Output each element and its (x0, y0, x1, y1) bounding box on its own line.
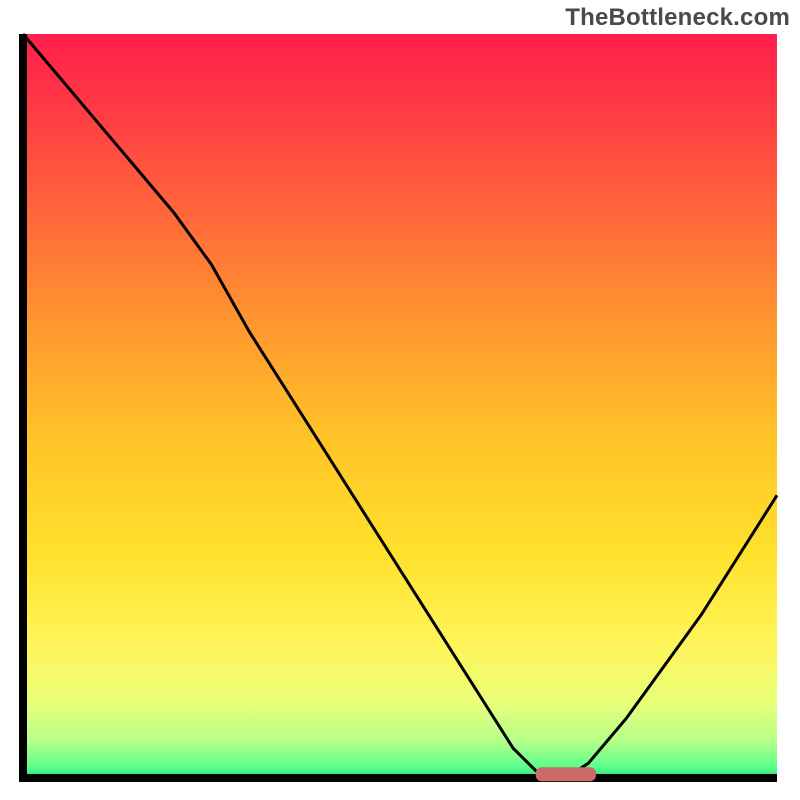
watermark-text: TheBottleneck.com (565, 4, 790, 32)
optimal-marker (536, 767, 596, 781)
chart-frame: TheBottleneck.com (0, 0, 800, 800)
bottleneck-chart (15, 30, 785, 790)
